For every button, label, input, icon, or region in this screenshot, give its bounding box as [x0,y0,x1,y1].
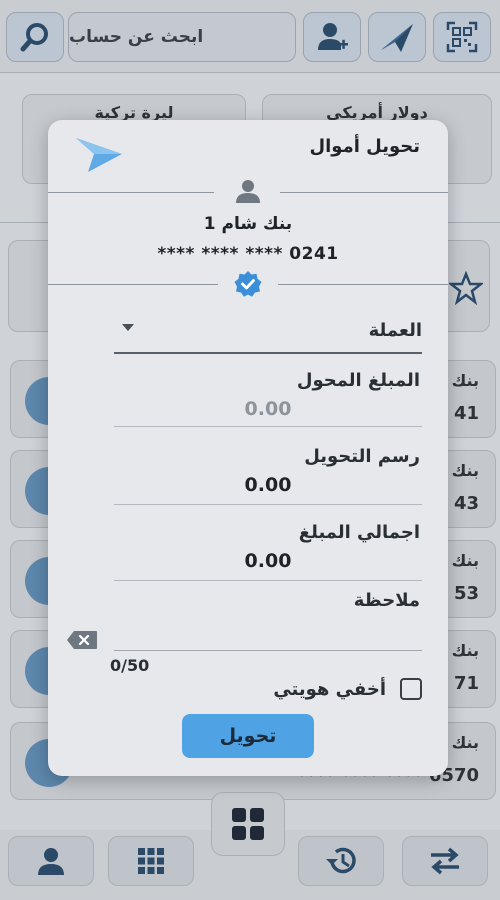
search-input[interactable]: ابحث عن حساب [68,12,296,62]
fee-value: 0.00 [244,474,292,496]
swap-arrows-icon [431,847,459,875]
account-name: بنك [451,461,479,480]
hide-identity-checkbox[interactable] [400,678,422,700]
star-icon [449,271,483,305]
total-label: اجمالي المبلغ [298,522,420,543]
hide-identity-row[interactable]: أخفي هويتي [273,678,422,700]
transfer-submit-button[interactable]: تحويل [182,714,314,758]
field-underline [114,504,422,505]
paper-plane-icon [381,24,413,52]
qr-scan-button[interactable] [433,12,491,62]
transfer-dialog: تحويل أموال بنك شام 1 **** **** **** 024… [48,120,448,776]
history-icon [326,847,356,874]
note-label: ملاحظة [353,590,420,611]
account-number: 43 [453,493,479,514]
account-number: 71 [453,673,479,694]
separator [278,284,448,285]
bank-name: بنك شام 1 [203,214,293,234]
separator [280,192,448,193]
clear-note-button[interactable] [66,630,98,654]
home-button[interactable] [211,792,285,856]
field-underline [114,580,422,581]
user-icon [38,848,64,875]
top-bar: ابحث عن حساب [0,0,500,72]
note-input[interactable] [114,650,422,651]
send-button[interactable] [368,12,426,62]
nav-transfers[interactable] [402,836,488,886]
add-user-icon [318,23,348,50]
user-icon [236,180,260,203]
nav-profile[interactable] [8,836,94,886]
nav-apps[interactable] [108,836,194,886]
account-name: بنك [451,371,479,390]
search-button[interactable] [6,12,64,62]
currency-select[interactable]: العملة [114,314,422,354]
paper-plane-icon [74,132,126,178]
field-underline [114,426,422,427]
account-number: 53 [453,583,479,604]
chevron-down-icon [122,324,134,331]
account-number: 41 [453,403,479,424]
account-number: **** **** **** 0241 [157,244,339,264]
account-name: بنك [451,641,479,660]
amount-label: المبلغ المحول [296,370,420,391]
dashboard-icon [232,808,264,840]
verified-badge-icon [234,271,262,297]
fee-label: رسم التحويل [304,446,420,467]
top-divider [0,72,500,73]
account-name: بنك [451,733,479,752]
separator [48,192,214,193]
amount-input[interactable]: 0.00 [114,398,422,420]
qr-code-icon [446,21,478,53]
currency-select-label: العملة [368,320,422,341]
dialog-title: تحويل أموال [309,136,421,157]
account-name: بنك [451,551,479,570]
backspace-icon [67,631,97,649]
add-user-button[interactable] [303,12,361,62]
separator [48,284,218,285]
hide-identity-label: أخفي هويتي [273,678,386,700]
note-char-counter: 0/50 [110,656,150,675]
grid-icon [138,848,164,874]
search-icon [20,23,48,52]
total-value: 0.00 [244,550,292,572]
nav-history[interactable] [298,836,384,886]
